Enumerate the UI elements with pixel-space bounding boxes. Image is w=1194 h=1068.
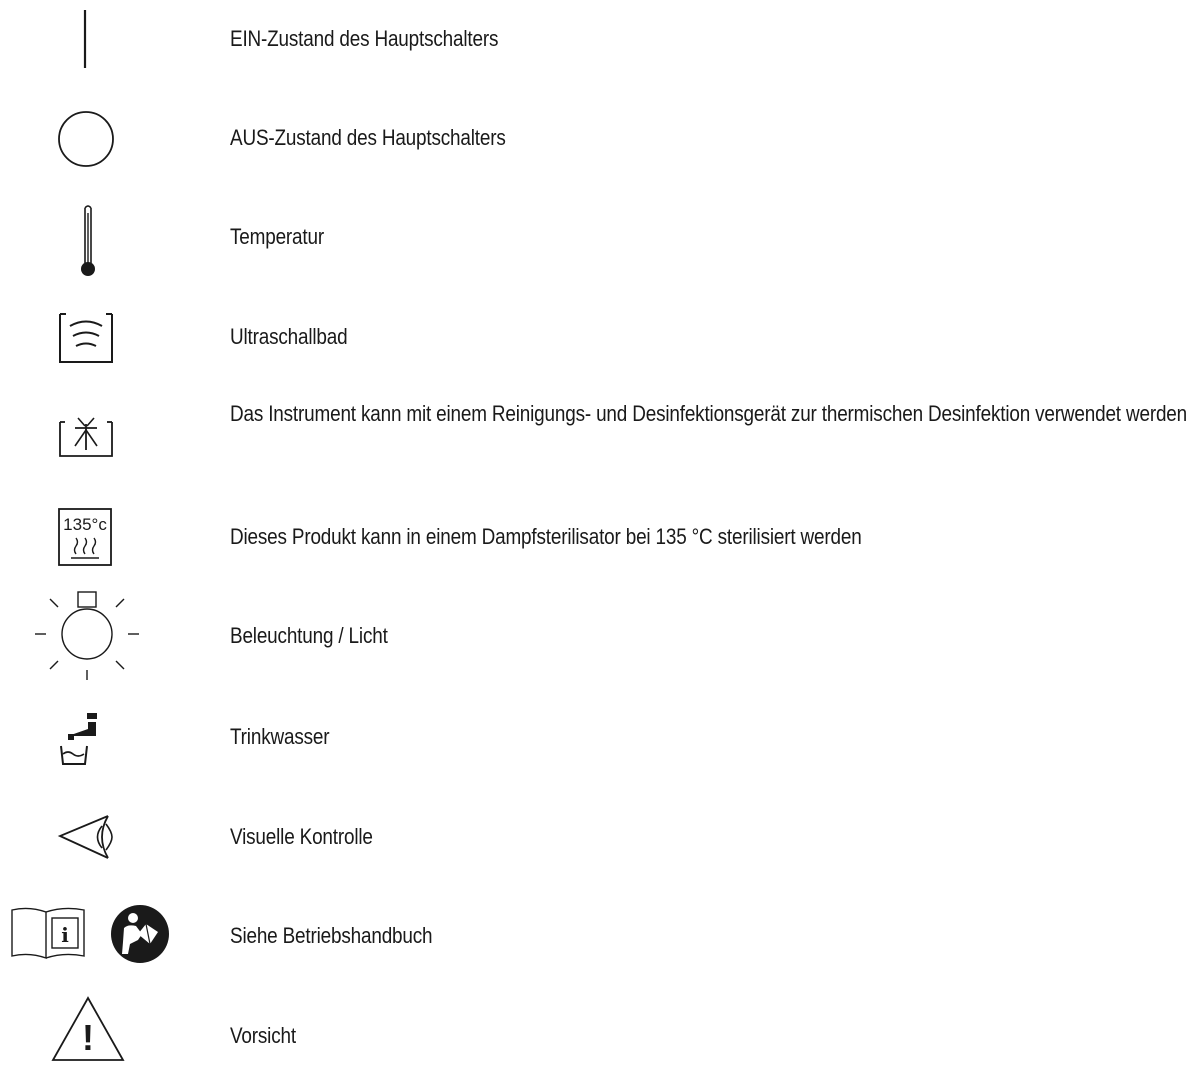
symbol-row-illumination: Beleuchtung / Licht bbox=[0, 590, 1194, 680]
symbol-row-washer-disinfector: Das Instrument kann mit einem Reinigungs… bbox=[0, 390, 1194, 490]
symbol-label: Beleuchtung / Licht bbox=[230, 623, 388, 648]
symbol-row-off: AUS-Zustand des Hauptschalters bbox=[0, 100, 1194, 180]
symbol-label: Vorsicht bbox=[230, 1023, 296, 1048]
symbol-label: AUS-Zustand des Hauptschalters bbox=[230, 125, 506, 150]
symbol-label: Temperatur bbox=[230, 224, 324, 249]
exclamation-mark: ! bbox=[82, 1017, 94, 1058]
illumination-lamp-icon bbox=[35, 591, 139, 680]
operating-manual-icon bbox=[111, 905, 169, 963]
symbol-label: Ultraschallbad bbox=[230, 324, 348, 349]
symbol-label: EIN-Zustand des Hauptschalters bbox=[230, 26, 499, 51]
on-state-line-icon bbox=[83, 10, 87, 68]
symbol-row-steam-sterilizer: 135°c Dieses Produkt kann in einem Dampf… bbox=[0, 500, 1194, 580]
symbol-row-on: EIN-Zustand des Hauptschalters bbox=[0, 0, 1194, 80]
symbol-label: Dieses Produkt kann in einem Dampfsteril… bbox=[230, 524, 862, 549]
symbol-label: Trinkwasser bbox=[230, 724, 330, 749]
symbol-row-ultrasonic-bath: Ultraschallbad bbox=[0, 300, 1194, 380]
thermometer-icon bbox=[81, 205, 95, 276]
symbol-label: Das Instrument kann mit einem Reinigungs… bbox=[230, 401, 1188, 426]
sterilizer-temperature-label: 135°c bbox=[63, 515, 107, 534]
caution-warning-icon: ! bbox=[51, 996, 125, 1061]
symbol-label: Siehe Betriebshandbuch bbox=[230, 923, 433, 948]
symbol-row-visual-check: Visuelle Kontrolle bbox=[0, 800, 1194, 880]
info-letter: i bbox=[61, 923, 69, 947]
symbol-row-operating-manual: i Siehe Betriebshandbuch bbox=[0, 890, 1194, 980]
washer-disinfector-icon bbox=[59, 417, 113, 457]
ultrasonic-bath-icon bbox=[59, 313, 113, 363]
book-info-icon: i bbox=[11, 907, 85, 959]
symbol-row-drinking-water: Trinkwasser bbox=[0, 700, 1194, 780]
steam-sterilizer-135-icon: 135°c bbox=[58, 508, 112, 566]
eye-icon bbox=[57, 815, 113, 859]
symbol-row-caution: ! Vorsicht bbox=[0, 992, 1194, 1068]
symbol-legend-list: EIN-Zustand des Hauptschalters AUS-Zusta… bbox=[0, 0, 1194, 1068]
symbol-label: Visuelle Kontrolle bbox=[230, 824, 373, 849]
drinking-water-icon bbox=[60, 713, 97, 765]
off-state-circle-icon bbox=[58, 111, 114, 167]
symbol-row-temperature: Temperatur bbox=[0, 200, 1194, 280]
